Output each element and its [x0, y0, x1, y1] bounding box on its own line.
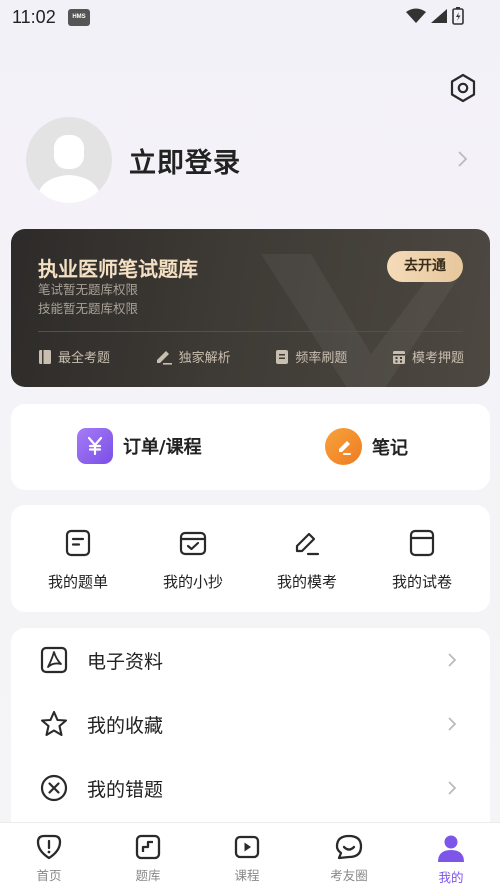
vip-skill-permission: 技能暂无题库权限: [38, 301, 139, 316]
pencil-icon: [295, 532, 320, 556]
paper-icon: [409, 529, 435, 557]
feature-label: 最全考题: [58, 351, 111, 366]
feature-label: 独家解析: [178, 351, 231, 366]
settings-hexagon-icon[interactable]: [449, 73, 477, 103]
chevron-right-icon: [448, 653, 457, 667]
menu-list: 电子资料 我的收藏 我的错题: [11, 628, 490, 848]
list-item-favorites[interactable]: 我的收藏: [11, 692, 490, 756]
pdf-icon: [40, 646, 68, 674]
nav-label: 我的: [438, 870, 464, 885]
open-vip-button[interactable]: 去开通: [387, 251, 463, 282]
play-icon: [234, 835, 260, 859]
status-time: 11:02: [12, 7, 56, 27]
chat-bubble-icon: [335, 834, 363, 860]
notes-pen-icon: [325, 428, 362, 465]
hms-badge: HMS: [68, 9, 90, 26]
chevron-right-icon[interactable]: [456, 150, 468, 168]
question-bank-icon: [135, 834, 161, 860]
list-item-wrong-questions[interactable]: 我的错题: [11, 756, 490, 820]
mine-label: 我的试卷: [391, 573, 452, 591]
yuan-icon: [77, 428, 113, 464]
orders-courses-button[interactable]: 订单/课程: [77, 428, 202, 464]
list-item-label: 我的错题: [87, 778, 164, 801]
list-item-e-materials[interactable]: 电子资料: [11, 628, 490, 692]
default-avatar-icon: [36, 135, 102, 203]
nav-community[interactable]: 考友圈: [314, 833, 384, 884]
login-button[interactable]: 立即登录: [129, 141, 241, 180]
notes-button[interactable]: 笔记: [325, 428, 408, 465]
signal-icon: [431, 9, 447, 23]
chevron-right-icon: [448, 717, 457, 731]
my-test-paper[interactable]: 我的试卷: [367, 529, 477, 592]
my-tools-card: 我的题单 我的小抄 我的模考 我的试卷: [11, 505, 490, 612]
vip-card[interactable]: 执业医师笔试题库 笔试暂无题库权限 技能暂无题库权限 去开通 最全考题 独家解析…: [11, 229, 490, 387]
battery-icon: [452, 7, 464, 25]
nav-label: 首页: [36, 868, 62, 883]
feature-frequency-practice[interactable]: 频率刷题: [275, 347, 347, 366]
orders-card: 订单/课程 笔记: [11, 404, 490, 490]
calendar-check-icon: [179, 531, 207, 556]
feature-mock-predictions[interactable]: 模考押题: [392, 347, 464, 366]
chevron-right-icon: [448, 781, 457, 795]
nav-label: 课程: [234, 868, 260, 883]
vip-written-permission: 笔试暂无题库权限: [38, 282, 139, 297]
home-icon: [36, 834, 62, 860]
close-circle-icon: [40, 774, 68, 802]
nav-home[interactable]: 首页: [14, 833, 84, 884]
star-icon: [40, 710, 68, 737]
mine-label: 我的小抄: [162, 573, 223, 591]
nav-courses[interactable]: 课程: [212, 833, 282, 884]
wifi-icon: [406, 8, 426, 23]
book-icon: [39, 349, 51, 364]
note-icon: [276, 349, 289, 364]
feature-label: 模考押题: [411, 351, 464, 366]
list-item-label: 我的收藏: [87, 714, 164, 737]
vip-title: 执业医师笔试题库: [38, 257, 198, 281]
feature-latest-questions[interactable]: 最全考题: [38, 347, 110, 366]
pen-icon: [156, 350, 172, 365]
divider: [38, 331, 463, 332]
mine-label: 我的题单: [47, 573, 108, 591]
my-question-list[interactable]: 我的题单: [23, 529, 133, 592]
calendar-icon: [392, 350, 405, 364]
my-cheat-sheet[interactable]: 我的小抄: [138, 529, 248, 592]
document-icon: [65, 529, 91, 557]
feature-exclusive-analysis[interactable]: 独家解析: [155, 347, 231, 366]
nav-question-bank[interactable]: 题库: [113, 833, 183, 884]
avatar[interactable]: [26, 117, 112, 203]
feature-label: 频率刷题: [295, 351, 348, 366]
nav-label: 考友圈: [330, 868, 368, 883]
user-icon: [438, 835, 464, 862]
my-mock-exam[interactable]: 我的模考: [252, 529, 362, 592]
nav-mine[interactable]: 我的: [416, 833, 486, 886]
orders-label: 订单/课程: [123, 437, 202, 458]
list-item-label: 电子资料: [87, 650, 164, 673]
status-bar: 11:02 HMS: [0, 0, 500, 36]
bottom-nav: 首页 题库 课程 考友圈 我的: [0, 822, 500, 889]
mine-label: 我的模考: [276, 573, 337, 591]
notes-label: 笔记: [372, 437, 408, 459]
nav-label: 题库: [135, 868, 161, 883]
